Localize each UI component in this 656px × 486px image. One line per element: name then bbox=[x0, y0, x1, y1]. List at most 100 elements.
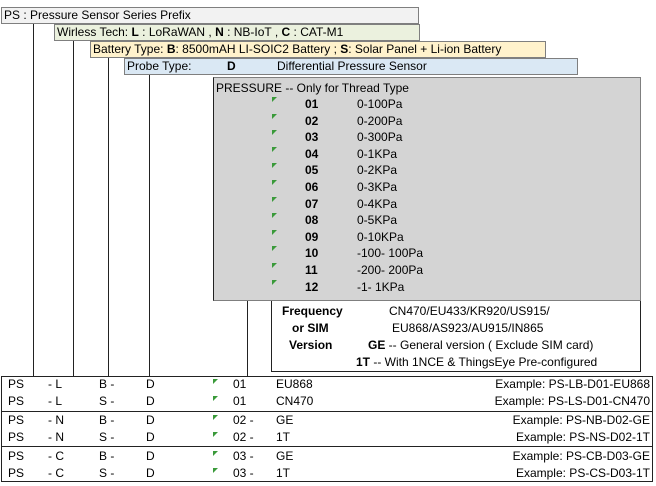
example-code: Example: PS-NS-D02-1T bbox=[515, 430, 650, 445]
pressure-range: 0-10KPa bbox=[357, 229, 404, 244]
prefix-box: PS : Pressure Sensor Series Prefix bbox=[1, 7, 419, 24]
tree-line-wireless bbox=[73, 41, 74, 376]
wireless-lorawan-code: L bbox=[131, 25, 139, 39]
pressure-box bbox=[213, 77, 641, 301]
pressure-row: 06 0-3KPa bbox=[305, 179, 397, 195]
example-cell-c6: 1T bbox=[276, 466, 291, 480]
ge-text: -- General version ( Exclude SIM card) bbox=[385, 338, 594, 352]
pressure-marker-icon bbox=[272, 97, 277, 102]
frequency-bands-line2: EU868/AS923/AU915/IN865 bbox=[392, 321, 544, 335]
wireless-box: Wirless Tech: L : LoRaWAN , N : NB-IoT ,… bbox=[54, 24, 420, 41]
pressure-marker-icon bbox=[272, 263, 277, 268]
pressure-row: 04 0-1KPa bbox=[305, 146, 397, 162]
wireless-catm1-code: C bbox=[281, 25, 291, 39]
1t-code: 1T bbox=[356, 355, 371, 369]
pressure-row: 09 0-10KPa bbox=[305, 229, 404, 245]
tree-line-probe bbox=[149, 75, 150, 376]
pressure-range: 0-5KPa bbox=[357, 213, 398, 228]
example-code: Example: PS-LS-D01-CN470 bbox=[494, 394, 650, 409]
pressure-code: 09 bbox=[305, 229, 319, 244]
1t-text: -- With 1NCE & ThingsEye Pre-configured bbox=[370, 355, 598, 369]
example-cell-c2: - C bbox=[48, 448, 64, 463]
pressure-row: 02 0-200Pa bbox=[305, 113, 402, 129]
ge-version: GE -- General version ( Exclude SIM card… bbox=[368, 339, 593, 352]
example-code: Example: PS-LB-D01-EU868 bbox=[495, 377, 650, 391]
pressure-marker-icon bbox=[272, 146, 277, 152]
frequency-label: Frequency bbox=[282, 304, 343, 318]
example-marker-icon bbox=[213, 414, 218, 420]
probe-box: Probe Type: D Differential Pressure Sensor bbox=[124, 58, 578, 75]
example-cell-c5: 02 - bbox=[233, 430, 254, 445]
battery-b-text: : 8500mAH LI-SOIC2 Battery ; bbox=[175, 42, 341, 56]
example-cell-c5: 01 bbox=[233, 377, 247, 391]
example-cell-c3: B - bbox=[99, 448, 115, 463]
version-label: Version bbox=[289, 338, 333, 352]
prefix-text: : Pressure Sensor Series Prefix bbox=[20, 8, 191, 22]
example-cell-c2: - C bbox=[48, 466, 64, 480]
pressure-code: 02 bbox=[305, 113, 319, 128]
pressure-range: -200- 200Pa bbox=[357, 263, 424, 277]
pressure-range: 0-4KPa bbox=[357, 196, 398, 211]
example-cell-c6: GE bbox=[276, 448, 294, 463]
pressure-code: 01 bbox=[305, 97, 319, 111]
example-cell-c1: PS bbox=[8, 466, 25, 480]
example-cell-c1: PS bbox=[8, 448, 25, 463]
example-cell-c3: S - bbox=[99, 394, 115, 409]
tree-line-battery bbox=[108, 58, 109, 376]
example-cell-c1: PS bbox=[8, 412, 25, 427]
pressure-marker-icon bbox=[272, 130, 277, 136]
pressure-range: 0-100Pa bbox=[357, 97, 403, 111]
example-cell-c4: D bbox=[146, 394, 155, 409]
example-code: Example: PS-CS-D03-1T bbox=[515, 466, 650, 480]
pressure-range: 0-3KPa bbox=[357, 180, 398, 194]
example-cell-c4: D bbox=[146, 466, 155, 480]
example-cell-c3: B - bbox=[99, 377, 115, 391]
example-code: Example: PS-CB-D03-GE bbox=[512, 448, 650, 463]
example-cell-c5: 03 - bbox=[233, 448, 254, 463]
pressure-code: 12 bbox=[305, 279, 319, 294]
example-cell-c5: 01 bbox=[233, 394, 247, 409]
example-cell-c2: - L bbox=[48, 394, 63, 409]
example-marker-icon bbox=[213, 396, 218, 402]
example-cell-c5: 02 - bbox=[233, 412, 254, 427]
example-marker-icon bbox=[213, 450, 218, 456]
tree-line-ps bbox=[33, 24, 34, 376]
pressure-marker-icon bbox=[272, 113, 277, 119]
pressure-range: -1- 1KPa bbox=[357, 279, 405, 294]
example-marker-icon bbox=[213, 432, 218, 438]
example-cell-c4: D bbox=[146, 448, 155, 463]
probe-text: Differential Pressure Sensor bbox=[277, 59, 427, 73]
pressure-range: 0-300Pa bbox=[357, 130, 403, 145]
example-cell-c6: GE bbox=[276, 412, 294, 427]
pressure-marker-icon bbox=[272, 180, 277, 185]
pressure-code: 03 bbox=[305, 130, 319, 145]
pressure-code: 04 bbox=[305, 146, 319, 161]
frequency-bands-line1: CN470/EU433/KR920/US915/ bbox=[389, 304, 550, 318]
battery-box: Battery Type: B: 8500mAH LI-SOIC2 Batter… bbox=[90, 41, 546, 58]
pressure-range: -100- 100Pa bbox=[357, 246, 424, 261]
example-cell-c3: B - bbox=[99, 412, 115, 427]
tree-line-pressure bbox=[247, 301, 248, 376]
pressure-marker-icon bbox=[272, 196, 277, 202]
pressure-code: 06 bbox=[305, 180, 319, 194]
example-cell-c1: PS bbox=[8, 394, 25, 409]
pressure-row: 01 0-100Pa bbox=[305, 96, 402, 112]
examples-divider-1 bbox=[1, 411, 653, 412]
example-cell-c3: S - bbox=[99, 466, 115, 480]
ge-code: GE bbox=[368, 338, 386, 352]
example-cell-c4: D bbox=[146, 412, 155, 427]
pressure-code: 11 bbox=[305, 263, 318, 277]
example-cell-c4: D bbox=[146, 377, 155, 391]
example-cell-c2: - L bbox=[48, 377, 63, 391]
pressure-code: 08 bbox=[305, 213, 319, 228]
wireless-label: Wirless Tech: bbox=[57, 25, 132, 39]
example-cell-c6: EU868 bbox=[276, 377, 313, 391]
pressure-code: 05 bbox=[305, 163, 319, 178]
pressure-row: 05 0-2KPa bbox=[305, 162, 397, 178]
probe-code: D bbox=[227, 59, 236, 73]
example-cell-c6: CN470 bbox=[276, 394, 314, 409]
example-cell-c6: 1T bbox=[276, 430, 291, 445]
wireless-nbiot-text: : NB-IoT , bbox=[223, 25, 282, 39]
example-marker-icon bbox=[213, 379, 218, 384]
wireless-nbiot-code: N bbox=[215, 25, 224, 39]
